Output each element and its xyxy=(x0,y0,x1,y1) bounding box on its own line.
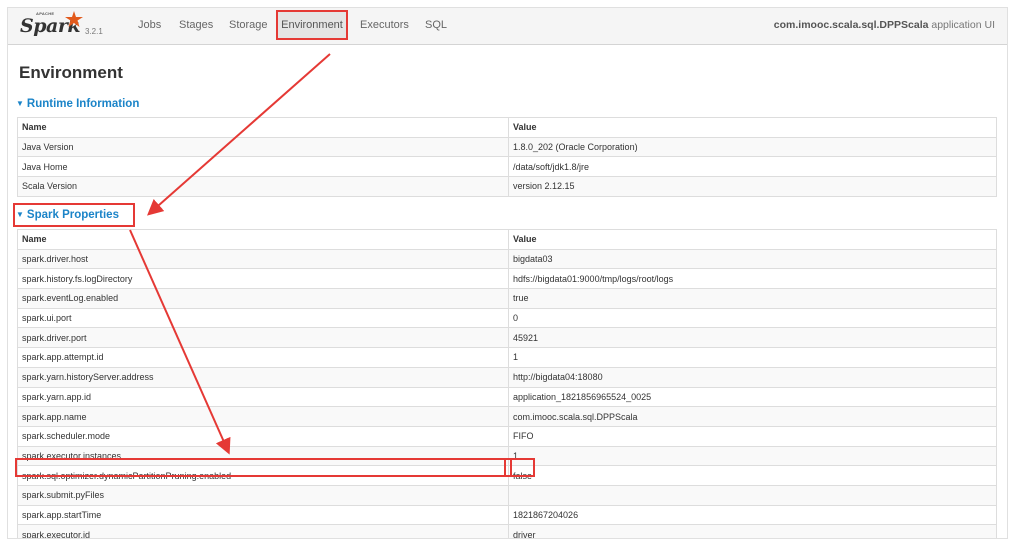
table-row: spark.app.attempt.id 1 xyxy=(17,347,997,368)
property-name: spark.ui.port xyxy=(17,307,509,329)
property-name: spark.scheduler.mode xyxy=(17,425,509,447)
table-row: spark.yarn.app.id application_18218569655… xyxy=(17,386,997,408)
property-name: Scala Version xyxy=(17,176,509,197)
property-value: version 2.12.15 xyxy=(508,176,997,197)
property-value: true xyxy=(508,288,997,309)
nav-stages[interactable]: Stages xyxy=(179,8,213,44)
property-value: com.imooc.scala.sql.DPPScala xyxy=(508,406,997,427)
table-row: spark.scheduler.mode FIFO xyxy=(17,425,997,447)
column-header-value[interactable]: Value xyxy=(508,117,997,138)
table-header-row: Name Value xyxy=(17,229,997,250)
table-row: spark.app.name com.imooc.scala.sql.DPPSca… xyxy=(17,406,997,427)
runtime-info-heading: Runtime Information xyxy=(26,98,140,110)
spark-properties-table: Name Value spark.driver.host bigdata03 sp… xyxy=(17,229,997,538)
property-value: 0 xyxy=(508,307,997,329)
property-name: spark.sql.optimizer.dynamicPartitionPrun… xyxy=(17,465,509,486)
property-value: 1 xyxy=(508,347,997,368)
property-value: false xyxy=(508,465,997,486)
table-row: spark.executor.id driver xyxy=(17,524,997,538)
table-row-highlighted: spark.sql.optimizer.dynamicPartitionPrun… xyxy=(17,465,997,486)
property-name: spark.executor.id xyxy=(17,524,509,538)
page-title: Environment xyxy=(19,63,123,82)
table-row: spark.ui.port 0 xyxy=(17,307,997,329)
table-row: spark.yarn.historyServer.address http://b… xyxy=(17,366,997,388)
property-value: driver xyxy=(508,524,997,538)
table-row: spark.driver.port 45921 xyxy=(17,327,997,349)
property-value xyxy=(508,484,997,506)
spark-version: 3.2.1 xyxy=(85,27,103,36)
spark-star-icon xyxy=(65,11,83,27)
runtime-info-table: Name Value Java Version 1.8.0_202 (Oracl… xyxy=(17,117,997,197)
property-value: FIFO xyxy=(508,425,997,447)
property-value: bigdata03 xyxy=(508,248,997,270)
table-row: Java Home /data/soft/jdk1.8/jre xyxy=(17,156,997,178)
property-value: 1821867204026 xyxy=(508,504,997,526)
column-header-value[interactable]: Value xyxy=(508,229,997,250)
property-name: spark.executor.instances xyxy=(17,445,509,467)
property-name: spark.app.startTime xyxy=(17,504,509,526)
table-header-row: Name Value xyxy=(17,117,997,138)
application-suffix: application UI xyxy=(928,19,995,31)
navbar: APACHE Spark 3.2.1 Jobs Stages Storage E… xyxy=(8,8,1007,45)
nav-environment[interactable]: Environment xyxy=(276,10,348,40)
property-value: http://bigdata04:18080 xyxy=(508,366,997,388)
runtime-info-toggle[interactable]: ▼ Runtime Information xyxy=(16,98,139,110)
property-value: application_1821856965524_0025 xyxy=(508,386,997,408)
property-name: Java Home xyxy=(17,156,509,178)
caret-down-icon: ▼ xyxy=(16,99,24,108)
property-name: Java Version xyxy=(17,136,509,158)
property-value: 1.8.0_202 (Oracle Corporation) xyxy=(508,136,997,158)
application-title: com.imooc.scala.sql.DPPScala application… xyxy=(774,8,995,44)
annotation-box-spark-properties xyxy=(13,203,135,227)
property-value: hdfs://bigdata01:9000/tmp/logs/root/logs xyxy=(508,268,997,290)
property-name: spark.app.name xyxy=(17,406,509,427)
nav-jobs[interactable]: Jobs xyxy=(138,8,161,44)
nav-sql[interactable]: SQL xyxy=(425,8,447,44)
spark-ui-window: APACHE Spark 3.2.1 Jobs Stages Storage E… xyxy=(7,7,1008,539)
property-value: /data/soft/jdk1.8/jre xyxy=(508,156,997,178)
property-name: spark.eventLog.enabled xyxy=(17,288,509,309)
table-row: spark.executor.instances 1 xyxy=(17,445,997,467)
table-row: spark.history.fs.logDirectory hdfs://bigd… xyxy=(17,268,997,290)
property-name: spark.app.attempt.id xyxy=(17,347,509,368)
table-row: spark.submit.pyFiles xyxy=(17,484,997,506)
table-row: Java Version 1.8.0_202 (Oracle Corporati… xyxy=(17,136,997,158)
spark-logo[interactable]: APACHE Spark 3.2.1 xyxy=(20,11,115,41)
property-name: spark.driver.host xyxy=(17,248,509,270)
property-name: spark.history.fs.logDirectory xyxy=(17,268,509,290)
table-row: Scala Version version 2.12.15 xyxy=(17,176,997,197)
property-value: 45921 xyxy=(508,327,997,349)
table-row: spark.driver.host bigdata03 xyxy=(17,248,997,270)
property-name: spark.yarn.historyServer.address xyxy=(17,366,509,388)
column-header-name[interactable]: Name xyxy=(17,229,509,250)
property-value: 1 xyxy=(508,445,997,467)
property-name: spark.submit.pyFiles xyxy=(17,484,509,506)
table-row: spark.eventLog.enabled true xyxy=(17,288,997,309)
property-name: spark.driver.port xyxy=(17,327,509,349)
nav-storage[interactable]: Storage xyxy=(229,8,268,44)
property-name: spark.yarn.app.id xyxy=(17,386,509,408)
column-header-name[interactable]: Name xyxy=(17,117,509,138)
table-row: spark.app.startTime 1821867204026 xyxy=(17,504,997,526)
application-name: com.imooc.scala.sql.DPPScala xyxy=(773,19,929,31)
nav-executors[interactable]: Executors xyxy=(360,8,409,44)
